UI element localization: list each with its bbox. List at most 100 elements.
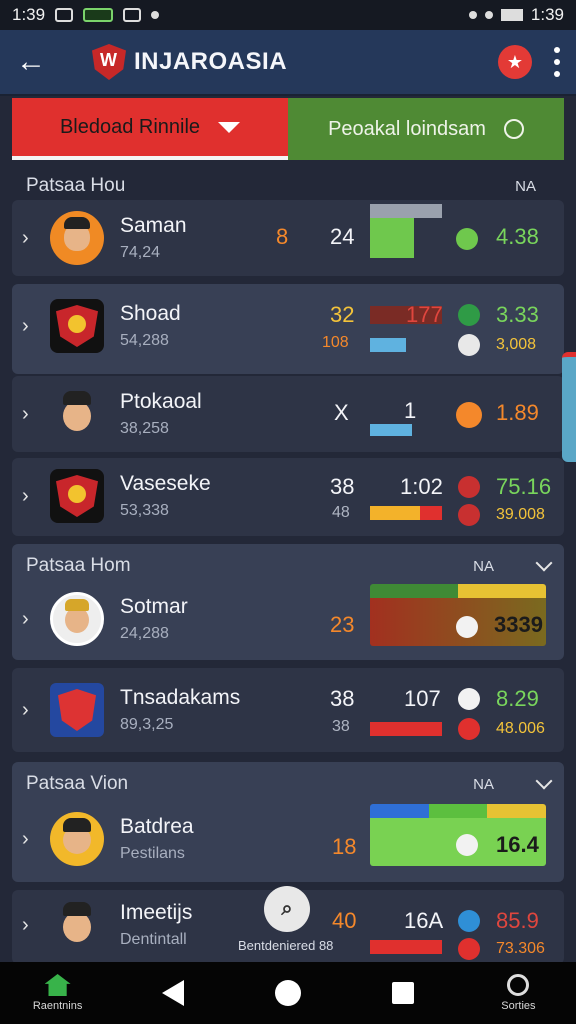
status-circle-icon [458, 910, 480, 932]
stat-b: 24 [330, 224, 355, 249]
avatar [50, 387, 104, 441]
stat-a2: 48 [332, 504, 350, 521]
bar-green [370, 218, 414, 258]
status-circle-icon [456, 616, 478, 638]
nav-home[interactable]: Raentnins [0, 962, 115, 1024]
stat-b: 16A [404, 908, 444, 933]
nav-settings-label: Sorties [501, 1000, 536, 1012]
score-sub: 48.006 [496, 720, 545, 737]
score-sub: 39.008 [496, 506, 545, 523]
app-screen: 1:39 1:39 ← INJAROASIA ★ Bledoad Rinnile [0, 0, 576, 1024]
recents-square-icon [392, 982, 415, 1004]
chevron-right-icon: › [22, 484, 29, 507]
status-circle-icon [458, 334, 480, 356]
avatar [50, 812, 104, 866]
status-circle-icon [458, 688, 480, 710]
home-icon [44, 974, 71, 996]
side-drawer-handle[interactable] [562, 352, 576, 462]
player-name: Batdrea [120, 815, 194, 838]
nav-settings[interactable]: Sorties [461, 962, 576, 1024]
notification-button[interactable]: ★ [498, 45, 532, 79]
list-item[interactable]: › Saman 74,24 8 24 4.38 [12, 200, 564, 276]
bar-blue [370, 338, 406, 352]
score: 8.29 [496, 686, 539, 711]
section-title: Patsaa Hom [26, 555, 131, 576]
list-item[interactable]: › Shoad 54,288 32 108 177 3.33 3,008 [12, 284, 564, 374]
tab-second[interactable]: Peoakal loindsam [288, 98, 564, 160]
home-circle-icon [275, 980, 301, 1006]
stat-a: X [334, 400, 349, 425]
nav-recents[interactable] [346, 962, 461, 1024]
list-item[interactable]: › Vaseseke 53,338 38 48 1:02 75.16 39.00… [12, 458, 564, 536]
player-name: Ptokaoal [120, 390, 202, 413]
team-crest [50, 299, 104, 353]
player-name: Saman [120, 214, 187, 237]
app-title: INJAROASIA [134, 48, 288, 75]
chevron-right-icon: › [22, 402, 29, 425]
status-circle-icon [458, 504, 480, 526]
edit-icon [123, 8, 142, 22]
avatar [50, 211, 104, 265]
tab-bar: Bledoad Rinnile Peoakal loindsam [12, 98, 564, 160]
back-arrow-icon[interactable]: ← [16, 45, 56, 79]
circle-icon [503, 119, 524, 139]
stat-a: 38 [330, 474, 355, 499]
stat-a: 23 [330, 612, 355, 637]
chevron-right-icon: › [22, 226, 29, 249]
status-circle-icon [458, 304, 480, 326]
chevron-right-icon: › [22, 827, 29, 850]
bar-gray [370, 204, 442, 218]
nav-back[interactable] [115, 962, 230, 1024]
app-bar: ← INJAROASIA ★ [0, 30, 576, 96]
chevron-right-icon: › [22, 698, 29, 721]
bluetooth-icon [468, 11, 477, 19]
status-bar: 1:39 1:39 [0, 0, 576, 30]
stat-b: 107 [404, 686, 441, 711]
player-sub: 74,24 [120, 244, 161, 261]
score: 3.33 [496, 302, 539, 327]
player-sub: 54,288 [120, 332, 169, 349]
settings-icon [507, 974, 530, 996]
stat-a: 32 [330, 302, 355, 327]
chevron-right-icon: › [22, 913, 29, 936]
player-name: Shoad [120, 302, 181, 325]
player-sub: 24,288 [120, 625, 169, 642]
status-circle-icon [456, 402, 482, 428]
status-circle-icon [456, 834, 478, 856]
stat-b: 1 [404, 398, 417, 423]
section-card: Patsaa Hom NA › Sotmar 24,288 23 3339 [12, 544, 564, 660]
stat-b: 177 [406, 302, 443, 327]
chevron-right-icon: › [22, 607, 29, 630]
mail-icon [55, 8, 74, 22]
stat-a: 38 [330, 686, 355, 711]
score-sub: 3,008 [496, 336, 537, 353]
list-item[interactable]: › Tnsadakams 89,3,25 38 38 107 8.29 48.0… [12, 668, 564, 752]
score-sub: 73.306 [496, 940, 545, 957]
score: 4.38 [496, 224, 539, 249]
status-circle-icon [458, 938, 480, 960]
chevron-down-icon[interactable] [535, 772, 553, 790]
section-na: NA [515, 177, 536, 195]
team-crest [50, 469, 104, 523]
tab-first[interactable]: Bledoad Rinnile [12, 98, 288, 160]
stat-a: 18 [332, 834, 357, 859]
search-fab-button[interactable]: ⌕ [264, 886, 310, 932]
status-time: 1:39 [12, 5, 46, 24]
nav-home-circle[interactable] [230, 962, 345, 1024]
app-logo-icon [92, 44, 126, 80]
stat-a2: 108 [322, 334, 349, 351]
back-triangle-icon [161, 980, 184, 1006]
chevron-down-icon[interactable] [535, 554, 553, 572]
section-na: NA [473, 557, 494, 575]
avatar [50, 592, 104, 646]
section-header: Patsaa Hom NA [12, 546, 564, 586]
score: 16.4 [496, 832, 539, 857]
player-name: Tnsadakams [120, 686, 241, 709]
tab-first-label: Bledoad Rinnile [59, 115, 201, 138]
team-crest [50, 683, 104, 737]
bar-red [370, 940, 442, 954]
section-title: Patsaa Vion [26, 773, 129, 794]
list-item[interactable]: › Ptokaoal 38,258 X 1 1.89 [12, 376, 564, 452]
more-menu-icon[interactable] [554, 47, 560, 77]
battery-icon [500, 9, 523, 21]
